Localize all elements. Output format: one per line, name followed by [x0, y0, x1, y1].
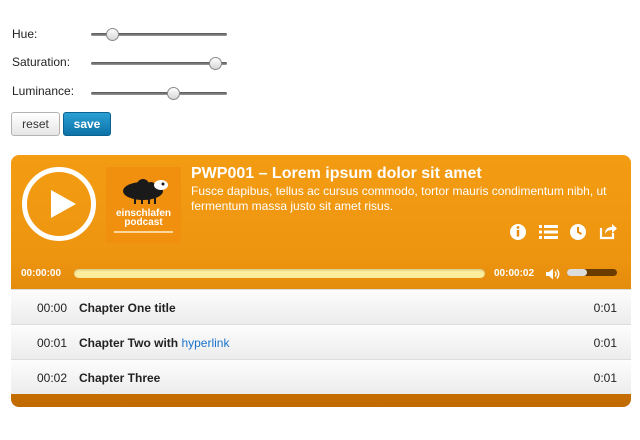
chapter-duration: 0:01	[593, 336, 617, 350]
chapter-title: Chapter Two with hyperlink	[79, 336, 229, 350]
slider-thumb[interactable]	[166, 87, 180, 100]
saturation-label: Saturation:	[12, 55, 71, 69]
luminance-slider[interactable]	[91, 84, 227, 104]
cover-text-2: podcast	[124, 217, 163, 228]
chapter-row[interactable]: 00:02 Chapter Three 0:01	[11, 359, 631, 394]
luminance-row: Luminance:	[12, 81, 92, 101]
info-icon[interactable]	[508, 222, 528, 242]
episode-title: PWP001 – Lorem ipsum dolor sit amet	[191, 165, 482, 182]
clock-icon[interactable]	[568, 222, 588, 242]
slider-track	[91, 62, 227, 65]
slider-track	[91, 92, 227, 95]
saturation-row: Saturation:	[12, 52, 92, 72]
current-time: 00:00:00	[21, 268, 62, 279]
duration-time: 00:00:02	[494, 268, 535, 279]
chapter-title-text: Chapter Two with	[79, 336, 179, 350]
chapter-hyperlink[interactable]: hyperlink	[181, 336, 229, 350]
chapter-duration: 0:01	[593, 301, 617, 315]
chapter-title: Chapter Three	[79, 371, 160, 385]
play-button[interactable]	[22, 167, 96, 241]
sheep-logo-icon	[123, 179, 168, 204]
chapter-title: Chapter One title	[79, 301, 176, 315]
hue-slider[interactable]	[91, 25, 227, 45]
hue-label: Hue:	[12, 27, 38, 41]
chapter-row[interactable]: 00:01 Chapter Two with hyperlink 0:01	[11, 324, 631, 359]
progress-bar[interactable]	[74, 269, 485, 278]
episode-description: Fusce dapibus, tellus ac cursus commodo,…	[191, 184, 607, 213]
reset-button[interactable]: reset	[11, 112, 60, 136]
podcast-player: einschlafen podcast PWP001 – Lorem ipsum…	[11, 155, 631, 407]
chapter-title-text: Chapter One title	[79, 301, 176, 315]
saturation-slider[interactable]	[91, 54, 227, 74]
chapter-start: 00:01	[37, 336, 68, 350]
chapter-start: 00:00	[37, 301, 68, 315]
chapter-row[interactable]: 00:00 Chapter One title 0:01	[11, 289, 631, 324]
save-button[interactable]: save	[63, 112, 111, 136]
podcast-cover: einschlafen podcast	[106, 167, 181, 243]
hue-row: Hue:	[12, 24, 92, 44]
chapter-list: 00:00 Chapter One title 0:01 00:01 Chapter T…	[11, 289, 631, 394]
slider-thumb[interactable]	[105, 28, 119, 41]
luminance-label: Luminance:	[12, 84, 75, 98]
share-icon[interactable]	[598, 221, 618, 241]
volume-icon[interactable]	[545, 267, 561, 281]
chapter-start: 00:02	[37, 371, 68, 385]
chapters-list-icon[interactable]	[538, 222, 558, 242]
cover-tagline	[114, 231, 173, 233]
progress-bar-row: 00:00:00 00:00:02	[11, 260, 631, 288]
slider-thumb[interactable]	[209, 57, 223, 70]
volume-level[interactable]	[567, 269, 587, 276]
play-icon	[51, 190, 76, 218]
chapter-title-text: Chapter Three	[79, 371, 161, 385]
player-header: einschlafen podcast PWP001 – Lorem ipsum…	[11, 155, 631, 260]
chapter-duration: 0:01	[593, 371, 617, 385]
